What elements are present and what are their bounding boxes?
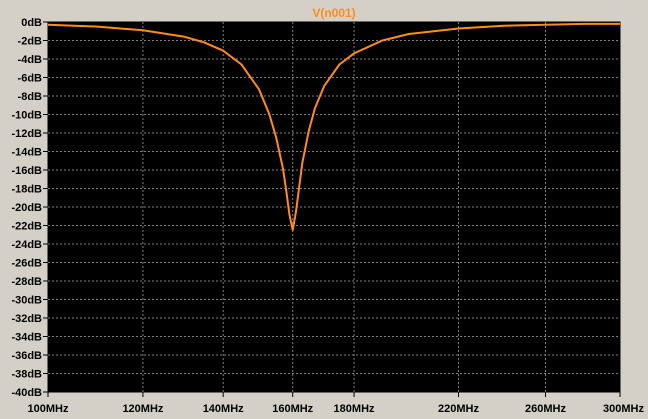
y-tick-label: -12dB: [11, 128, 42, 140]
x-tick-label: 160MHz: [272, 403, 313, 415]
trace-title[interactable]: V(n001): [312, 6, 355, 20]
y-tick-label: -28dB: [11, 276, 42, 288]
x-tick-label: 140MHz: [203, 403, 244, 415]
x-tick-label: 260MHz: [525, 403, 566, 415]
y-tick-label: -30dB: [11, 295, 42, 307]
y-tick-label: -40dB: [11, 387, 42, 399]
waveform-viewer: 0dB -2dB -4dB -6dB -8dB -10dB -12dB -14dB -16dB -…: [0, 0, 648, 419]
x-tick-labels: 100MHz 120MHz 140MHz 160MHz 180MHz 220MHz 260M…: [28, 403, 645, 415]
y-tick-label: -26dB: [11, 258, 42, 270]
x-tick-label: 120MHz: [122, 403, 163, 415]
y-tick-label: -4dB: [18, 54, 43, 66]
x-tick-label: 300MHz: [603, 403, 644, 415]
x-tick-label: 180MHz: [334, 403, 375, 415]
y-tick-label: -8dB: [18, 91, 43, 103]
chart[interactable]: 0dB -2dB -4dB -6dB -8dB -10dB -12dB -14dB -16dB -…: [0, 0, 648, 419]
y-tick-label: -2dB: [18, 36, 43, 48]
y-tick-label: -14dB: [11, 147, 42, 159]
x-tick-label: 220MHz: [438, 403, 479, 415]
y-tick-label: 0dB: [21, 17, 42, 29]
y-tick-labels: 0dB -2dB -4dB -6dB -8dB -10dB -12dB -14dB -16dB -…: [11, 17, 42, 399]
y-tick-label: -36dB: [11, 350, 42, 362]
y-tick-label: -24dB: [11, 239, 42, 251]
y-tick-label: -18dB: [11, 184, 42, 196]
y-tick-label: -10dB: [11, 110, 42, 122]
y-tick-label: -34dB: [11, 332, 42, 344]
y-tick-label: -6dB: [18, 73, 43, 85]
y-tick-label: -16dB: [11, 165, 42, 177]
x-tick-label: 100MHz: [28, 403, 69, 415]
y-tick-label: -38dB: [11, 369, 42, 381]
y-tick-label: -20dB: [11, 202, 42, 214]
y-tick-label: -32dB: [11, 313, 42, 325]
y-tick-label: -22dB: [11, 221, 42, 233]
